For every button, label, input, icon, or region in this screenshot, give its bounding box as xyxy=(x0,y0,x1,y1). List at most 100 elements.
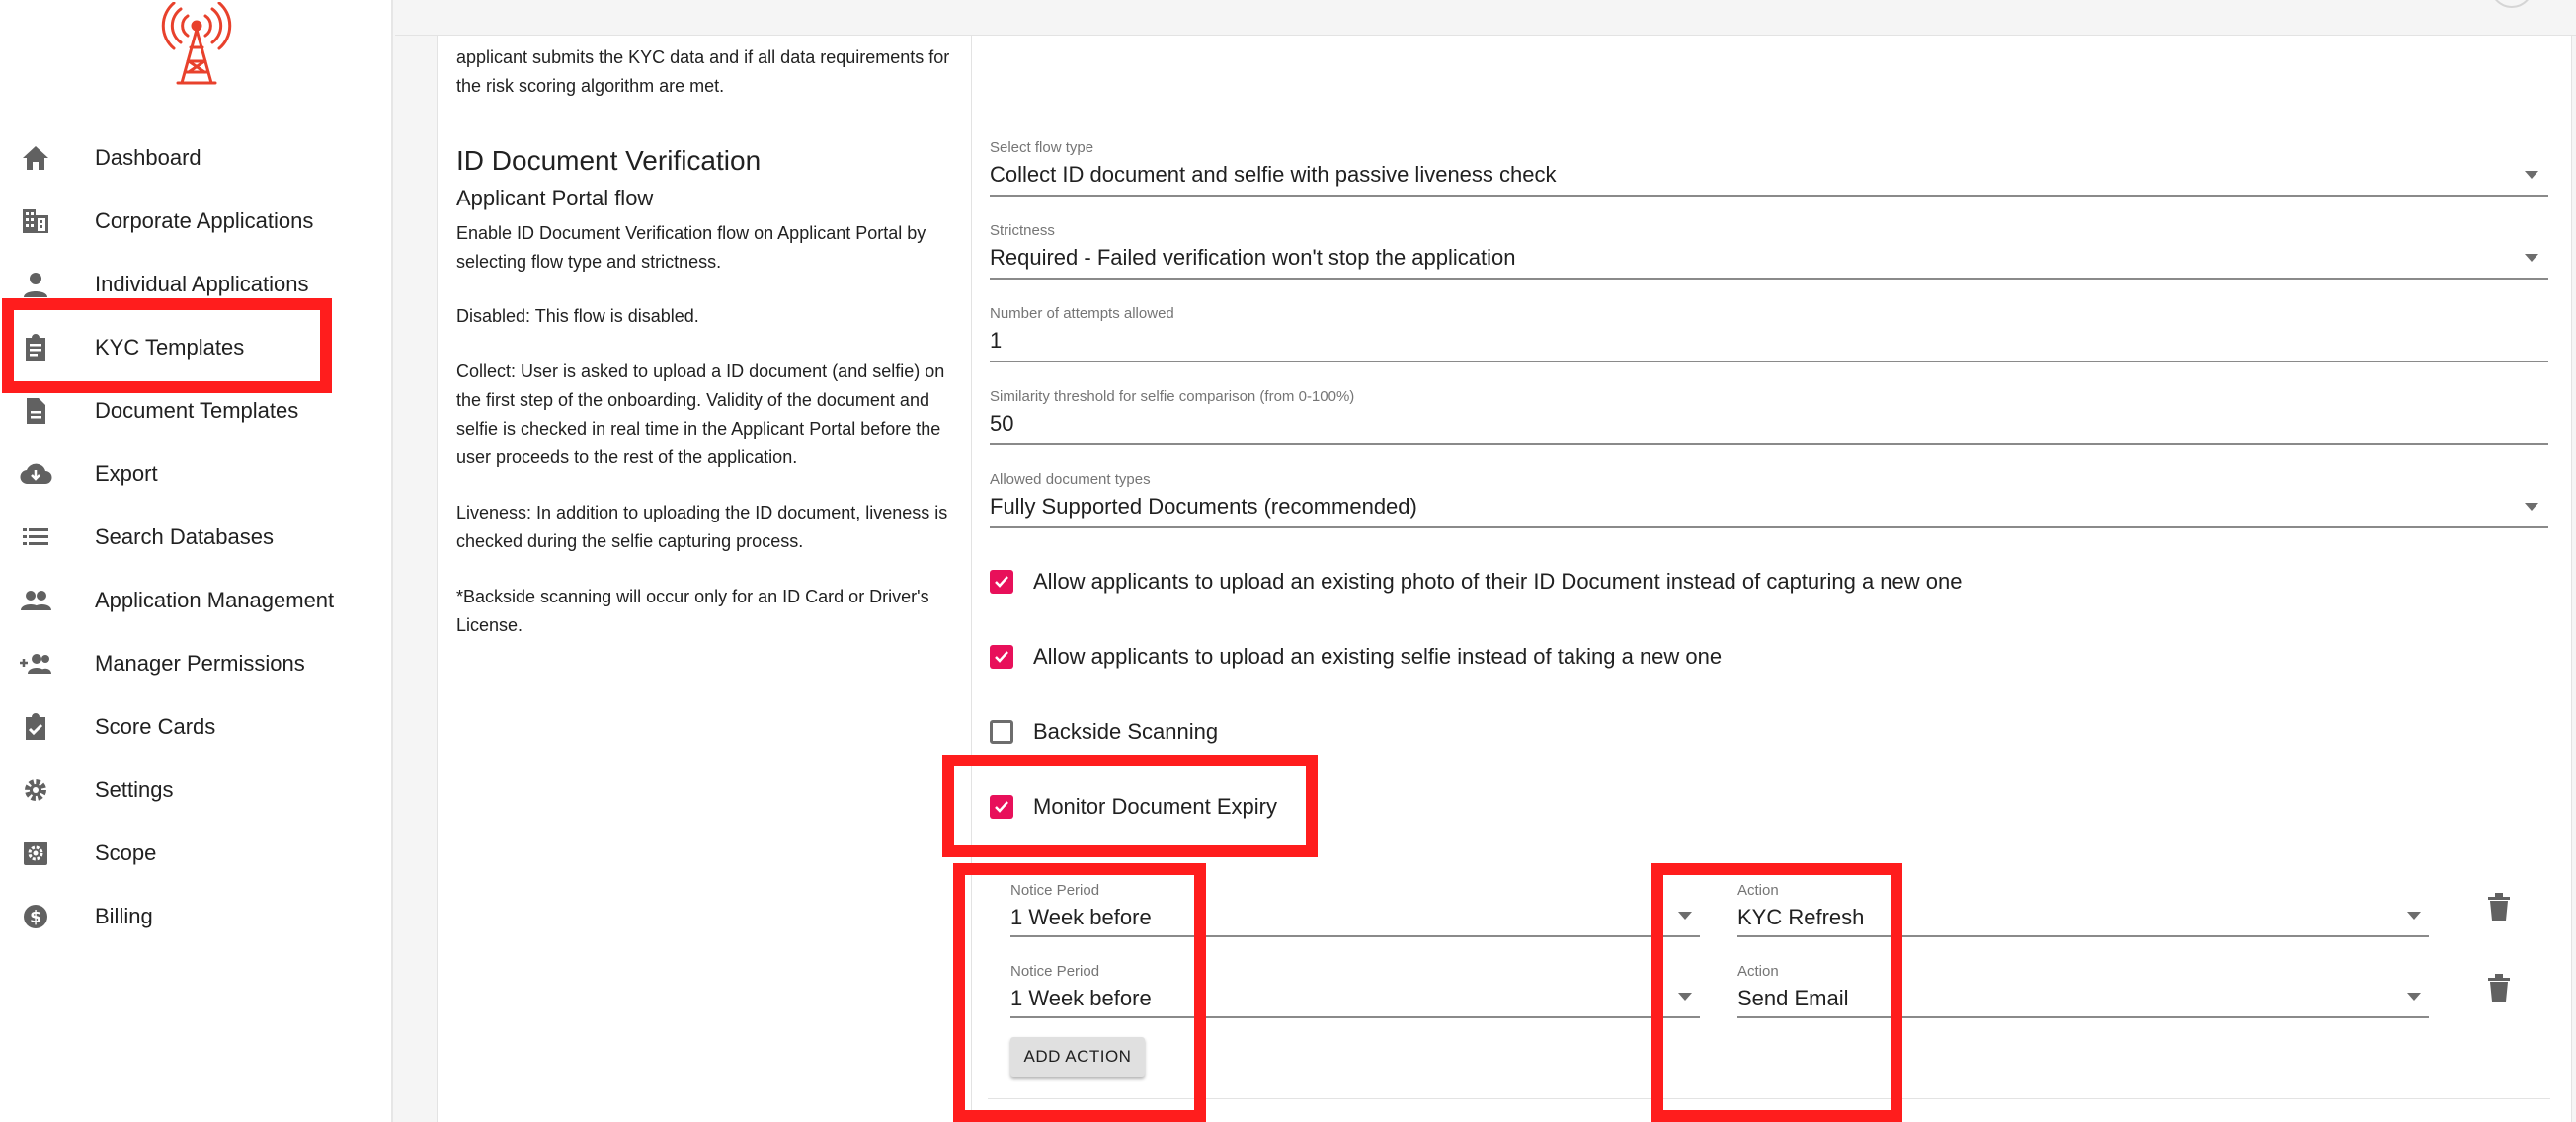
checkbox-checked-icon[interactable] xyxy=(990,570,1013,594)
dollar-icon: $ xyxy=(18,901,53,932)
checkbox-label: Monitor Document Expiry xyxy=(1033,794,1277,819)
profile-button[interactable] xyxy=(2490,0,2534,8)
building-icon xyxy=(18,205,53,237)
checkbox-checked-icon[interactable] xyxy=(990,645,1013,669)
field-value: Collect ID document and selfie with pass… xyxy=(990,162,1557,187)
home-icon xyxy=(18,142,53,174)
similarity-threshold-input[interactable]: Similarity threshold for selfie comparis… xyxy=(990,388,2548,445)
clipboard-icon xyxy=(18,332,53,363)
upload-photo-checkbox-row[interactable]: Allow applicants to upload an existing p… xyxy=(990,562,1962,601)
sidebar-item-label: Scope xyxy=(95,841,157,865)
dropdown-arrow-icon xyxy=(2525,503,2538,511)
upload-selfie-checkbox-row[interactable]: Allow applicants to upload an existing s… xyxy=(990,637,1722,677)
field-value: 1 Week before xyxy=(1010,986,1152,1010)
sidebar-item-billing[interactable]: $ Billing xyxy=(0,885,393,948)
radio-tower-icon[interactable] xyxy=(158,1,235,87)
sidebar-item-label: Application Management xyxy=(95,588,335,612)
field-label: Action xyxy=(1737,882,1779,899)
sidebar-item-label: Corporate Applications xyxy=(95,208,314,233)
checkbox-label: Allow applicants to upload an existing p… xyxy=(1033,569,1963,594)
field-value: KYC Refresh xyxy=(1737,905,1865,929)
settings-box-icon xyxy=(18,838,53,869)
field-value: 50 xyxy=(990,411,1014,436)
sidebar: Dashboard Corporate Applications Individ… xyxy=(0,0,393,1122)
monitor-expiry-checkbox-row[interactable]: Monitor Document Expiry xyxy=(990,787,1277,827)
checkbox-checked-icon[interactable] xyxy=(990,795,1013,819)
section-description: Disabled: This flow is disabled. xyxy=(456,306,699,326)
sidebar-item-label: Individual Applications xyxy=(95,272,309,296)
sidebar-item-manager-permissions[interactable]: Manager Permissions xyxy=(0,632,393,695)
document-icon xyxy=(18,395,53,427)
column-divider xyxy=(971,36,972,1122)
action-select[interactable]: Action KYC Refresh xyxy=(1737,882,2429,937)
svg-text:$: $ xyxy=(30,908,41,927)
checkbox-unchecked-icon[interactable] xyxy=(990,720,1013,744)
top-bar xyxy=(395,0,2576,36)
people-icon xyxy=(18,585,53,616)
flow-type-select[interactable]: Select flow type Collect ID document and… xyxy=(990,139,2548,197)
backside-scanning-checkbox-row[interactable]: Backside Scanning xyxy=(990,712,1218,752)
field-value: Fully Supported Documents (recommended) xyxy=(990,494,1417,519)
sidebar-item-export[interactable]: Export xyxy=(0,442,393,506)
section-title: ID Document Verification xyxy=(456,145,762,176)
section-subtitle: Applicant Portal flow xyxy=(456,186,654,210)
section-description: Collect: User is asked to upload a ID do… xyxy=(456,361,945,467)
person-icon xyxy=(18,269,53,300)
action-select[interactable]: Action Send Email xyxy=(1737,963,2429,1018)
dropdown-arrow-icon xyxy=(1678,993,1692,1001)
sidebar-item-label: Search Databases xyxy=(95,524,274,549)
sidebar-item-label: Score Cards xyxy=(95,714,216,739)
checkbox-label: Allow applicants to upload an existing s… xyxy=(1033,644,1723,669)
field-label: Notice Period xyxy=(1010,882,1100,899)
sidebar-item-label: KYC Templates xyxy=(95,335,245,360)
previous-section-description: applicant submits the KYC data and if al… xyxy=(456,47,950,96)
trash-icon[interactable] xyxy=(2486,892,2512,922)
section-description: Liveness: In addition to uploading the I… xyxy=(456,503,948,551)
sidebar-item-kyc-templates[interactable]: KYC Templates xyxy=(0,316,393,379)
row-divider xyxy=(988,1098,2550,1099)
sidebar-item-corporate-applications[interactable]: Corporate Applications xyxy=(0,190,393,253)
sidebar-item-label: Export xyxy=(95,461,158,486)
dropdown-arrow-icon xyxy=(2407,912,2421,920)
field-label: Number of attempts allowed xyxy=(990,305,1174,322)
list-icon xyxy=(18,521,53,553)
sidebar-item-label: Billing xyxy=(95,904,153,928)
section-description: *Backside scanning will occur only for a… xyxy=(456,587,929,635)
field-label: Notice Period xyxy=(1010,963,1100,980)
add-action-button[interactable]: ADD ACTION xyxy=(1010,1037,1145,1077)
gear-icon xyxy=(18,774,53,806)
section-description: Enable ID Document Verification flow on … xyxy=(456,223,926,272)
sidebar-item-score-cards[interactable]: Score Cards xyxy=(0,695,393,759)
sidebar-item-label: Dashboard xyxy=(95,145,201,170)
field-value: Required - Failed verification won't sto… xyxy=(990,245,1516,270)
dropdown-arrow-icon xyxy=(1678,912,1692,920)
sidebar-item-document-templates[interactable]: Document Templates xyxy=(0,379,393,442)
field-label: Allowed document types xyxy=(990,471,1151,488)
sidebar-item-individual-applications[interactable]: Individual Applications xyxy=(0,253,393,316)
sidebar-item-dashboard[interactable]: Dashboard xyxy=(0,126,393,190)
dropdown-arrow-icon xyxy=(2525,254,2538,262)
person-add-icon xyxy=(18,648,53,680)
field-label: Similarity threshold for selfie comparis… xyxy=(990,388,1355,405)
strictness-select[interactable]: Strictness Required - Failed verificatio… xyxy=(990,222,2548,280)
sidebar-item-label: Manager Permissions xyxy=(95,651,305,676)
sidebar-item-search-databases[interactable]: Search Databases xyxy=(0,506,393,569)
field-value: 1 xyxy=(990,328,1003,353)
notice-period-select[interactable]: Notice Period 1 Week before xyxy=(1010,963,1700,1018)
sidebar-item-scope[interactable]: Scope xyxy=(0,822,393,885)
cloud-download-icon xyxy=(18,458,53,490)
field-label: Strictness xyxy=(990,222,1055,239)
notice-period-select[interactable]: Notice Period 1 Week before xyxy=(1010,882,1700,937)
sidebar-item-label: Document Templates xyxy=(95,398,299,423)
trash-icon[interactable] xyxy=(2486,973,2512,1002)
dropdown-arrow-icon xyxy=(2407,993,2421,1001)
sidebar-item-label: Settings xyxy=(95,777,174,802)
sidebar-item-settings[interactable]: Settings xyxy=(0,759,393,822)
field-label: Action xyxy=(1737,963,1779,980)
dropdown-arrow-icon xyxy=(2525,171,2538,179)
document-types-select[interactable]: Allowed document types Fully Supported D… xyxy=(990,471,2548,528)
field-label: Select flow type xyxy=(990,139,1094,156)
field-value: Send Email xyxy=(1737,986,1849,1010)
sidebar-item-application-management[interactable]: Application Management xyxy=(0,569,393,632)
attempts-input[interactable]: Number of attempts allowed 1 xyxy=(990,305,2548,362)
